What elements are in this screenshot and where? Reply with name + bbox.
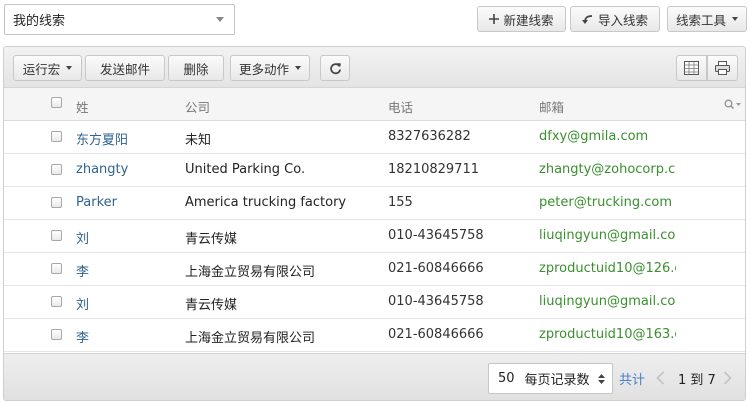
column-header-email[interactable]: 邮箱 — [539, 97, 564, 116]
lead-company: America trucking factory — [185, 195, 347, 210]
run-macro-label: 运行宏 — [22, 61, 61, 77]
next-page-icon[interactable] — [723, 371, 732, 385]
send-email-label: 发送邮件 — [99, 61, 150, 77]
refresh-icon — [329, 62, 341, 74]
lead-tools-button[interactable]: 线索工具 — [667, 6, 747, 32]
lead-phone: 8327636282 — [388, 129, 471, 144]
lead-company: United Parking Co. — [185, 162, 306, 177]
table-row[interactable]: Parker America trucking factory 155 pete… — [4, 187, 745, 220]
lead-tools-label: 线索工具 — [675, 12, 726, 28]
lead-email-link[interactable]: liuqingyun@gmail.com — [539, 294, 676, 309]
new-lead-label: 新建线索 — [503, 12, 554, 28]
view-select-value: 我的线索 — [13, 14, 66, 29]
prev-page-icon[interactable] — [656, 371, 665, 385]
delete-button[interactable]: 删除 — [168, 55, 224, 81]
table-row[interactable]: 刘 青云传媒 010-43645758 liuqingyun@gmail.com — [4, 220, 745, 253]
row-checkbox[interactable] — [51, 230, 62, 241]
more-actions-label: 更多动作 — [238, 61, 289, 77]
lead-phone: 010-43645758 — [388, 294, 484, 309]
row-checkbox[interactable] — [51, 263, 62, 274]
lead-email-link[interactable]: zproductuid10@126.com — [539, 261, 676, 276]
records-per-page-select[interactable]: 50 每页记录数 — [488, 363, 613, 394]
lead-phone: 18210829711 — [388, 162, 479, 177]
chevron-down-icon — [295, 66, 301, 70]
lead-name-link[interactable]: 刘 — [76, 228, 176, 247]
lead-name-link[interactable]: 刘 — [76, 294, 176, 313]
leads-panel: 运行宏 发送邮件 删除 更多动作 姓 公司 电话 邮箱 东方夏阳 未知 8327… — [3, 46, 746, 401]
lead-email-link[interactable]: zhangty@zohocorp.com — [539, 162, 676, 177]
lead-company: 上海金立贸易有限公司 — [185, 331, 316, 346]
table-row[interactable]: zhangty United Parking Co. 18210829711 z… — [4, 154, 745, 187]
print-icon — [715, 61, 730, 75]
table-row[interactable]: 李 上海金立贸易有限公司 021-60846666 zproductuid10@… — [4, 319, 745, 352]
table-row[interactable]: 李 上海金立贸易有限公司 021-60846666 zproductuid10@… — [4, 253, 745, 286]
select-arrows-icon — [598, 374, 605, 384]
row-checkbox[interactable] — [51, 164, 62, 175]
import-leads-button[interactable]: 导入线索 — [570, 6, 660, 32]
row-checkbox[interactable] — [51, 296, 62, 307]
row-checkbox[interactable] — [51, 329, 62, 340]
lead-phone: 021-60846666 — [388, 261, 484, 276]
column-header-company[interactable]: 公司 — [185, 97, 210, 116]
import-icon — [581, 14, 593, 24]
lead-email-link[interactable]: zproductuid10@163.com — [539, 327, 676, 342]
records-per-page-value: 50 — [498, 371, 515, 386]
lead-email-link[interactable]: peter@trucking.com — [539, 195, 676, 210]
row-checkbox[interactable] — [51, 197, 62, 208]
spreadsheet-view-button[interactable] — [676, 55, 707, 81]
chevron-down-icon — [66, 66, 73, 70]
lead-phone: 010-43645758 — [388, 228, 484, 243]
search-filter-icon[interactable] — [724, 99, 742, 110]
pagination-bar: 50 每页记录数 共计 1 到 7 — [4, 353, 745, 400]
lead-email-link[interactable]: liuqingyun@gmail.com — [539, 228, 676, 243]
page-range: 1 到 7 — [678, 373, 716, 388]
more-actions-button[interactable]: 更多动作 — [230, 55, 310, 81]
lead-name-link[interactable]: zhangty — [76, 162, 176, 177]
print-button[interactable] — [707, 55, 738, 81]
lead-email-link[interactable]: dfxy@gmila.com — [539, 129, 676, 144]
select-all-checkbox[interactable] — [51, 97, 62, 108]
new-lead-button[interactable]: 新建线索 — [477, 6, 566, 32]
records-per-page-label: 每页记录数 — [524, 373, 590, 388]
chevron-down-icon — [216, 17, 224, 22]
table-row[interactable]: 东方夏阳 未知 8327636282 dfxy@gmila.com — [4, 121, 745, 154]
plus-icon — [489, 14, 500, 24]
lead-phone: 021-60846666 — [388, 327, 484, 342]
lead-company: 青云传媒 — [185, 298, 238, 313]
action-bar: 运行宏 发送邮件 删除 更多动作 — [4, 47, 745, 88]
view-select[interactable]: 我的线索 — [4, 4, 235, 35]
column-header-phone[interactable]: 电话 — [388, 97, 413, 116]
send-email-button[interactable]: 发送邮件 — [85, 55, 165, 81]
lead-name-link[interactable]: 李 — [76, 261, 176, 280]
lead-company: 未知 — [185, 133, 212, 148]
lead-company: 上海金立贸易有限公司 — [185, 265, 316, 280]
run-macro-button[interactable]: 运行宏 — [13, 55, 82, 81]
refresh-button[interactable] — [320, 55, 350, 81]
chevron-down-icon — [732, 17, 738, 21]
row-checkbox[interactable] — [51, 131, 62, 142]
lead-name-link[interactable]: 东方夏阳 — [76, 129, 176, 148]
total-count-link[interactable]: 共计 — [619, 369, 645, 388]
delete-label: 删除 — [183, 61, 209, 77]
lead-name-link[interactable]: 李 — [76, 327, 176, 346]
table-row[interactable]: 刘 青云传媒 010-43645758 liuqingyun@gmail.com — [4, 286, 745, 319]
spreadsheet-icon — [684, 61, 699, 75]
column-header-name[interactable]: 姓 — [76, 97, 89, 116]
lead-phone: 155 — [388, 195, 413, 210]
table-header: 姓 公司 电话 邮箱 — [4, 88, 745, 121]
import-leads-label: 导入线索 — [597, 12, 648, 28]
lead-name-link[interactable]: Parker — [76, 195, 176, 210]
lead-company: 青云传媒 — [185, 232, 238, 247]
